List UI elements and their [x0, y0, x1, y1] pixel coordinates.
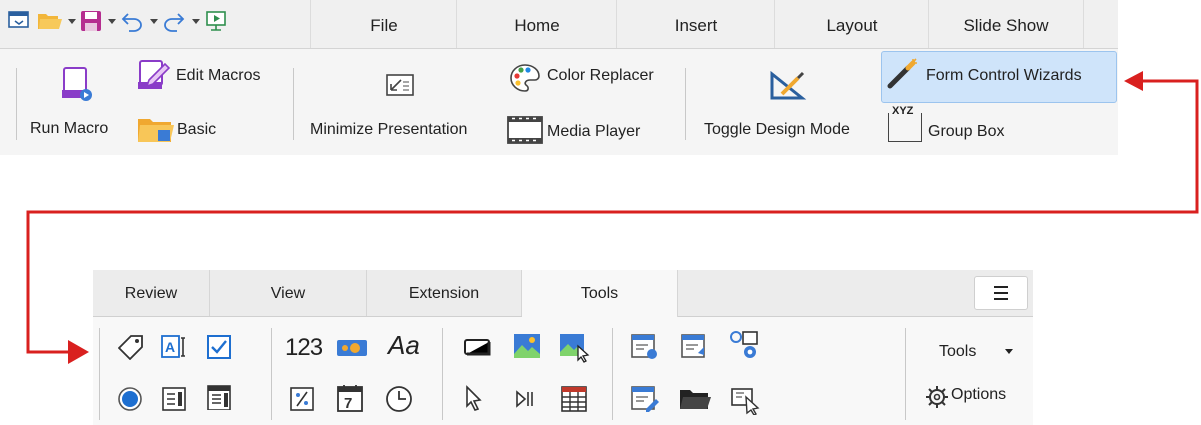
gear-icon[interactable]: [925, 385, 949, 409]
tab-order-icon[interactable]: [630, 385, 660, 413]
hamburger-icon: [994, 286, 1008, 300]
list-box-icon[interactable]: [161, 386, 187, 412]
chevron-down-icon[interactable]: [1005, 349, 1013, 354]
form-design-icon[interactable]: [680, 333, 710, 359]
pattern-field-icon[interactable]: [289, 386, 315, 412]
tab-extension[interactable]: Extension: [367, 270, 522, 316]
separator: [612, 328, 613, 420]
form-properties-icon[interactable]: [630, 333, 660, 359]
checkbox-icon[interactable]: [206, 334, 232, 360]
formatted-field-icon[interactable]: Aa: [388, 330, 420, 361]
numeric-field-icon[interactable]: 123: [285, 334, 323, 362]
currency-field-icon[interactable]: [335, 334, 371, 360]
separator: [99, 328, 100, 420]
tab-tools[interactable]: Tools: [522, 270, 678, 318]
table-control-icon[interactable]: [560, 385, 588, 413]
separator: [271, 328, 272, 420]
design-mode-pointer-icon[interactable]: [730, 385, 764, 415]
time-field-clock-icon[interactable]: [385, 385, 413, 413]
open-form-folder-icon[interactable]: [678, 385, 712, 413]
option-button-icon[interactable]: [117, 386, 143, 412]
separator: [442, 328, 443, 420]
text-box-icon[interactable]: A: [161, 334, 187, 360]
tab-view[interactable]: View: [210, 270, 367, 316]
tag-label-icon[interactable]: [118, 334, 144, 360]
image-button-icon[interactable]: [512, 332, 542, 358]
combo-box-icon[interactable]: [206, 384, 232, 410]
push-button-icon[interactable]: [463, 334, 493, 360]
svg-text:7: 7: [344, 395, 352, 412]
hamburger-menu-button[interactable]: [974, 276, 1028, 310]
separator: [905, 328, 906, 420]
select-pointer-icon[interactable]: [462, 385, 486, 413]
options-label[interactable]: Options: [951, 386, 1006, 404]
svg-text:A: A: [165, 339, 175, 355]
image-control-icon[interactable]: [558, 332, 592, 364]
control-properties-icon[interactable]: [729, 330, 763, 360]
navigation-bar-icon[interactable]: [513, 388, 537, 410]
tools-dropdown[interactable]: Tools: [939, 343, 976, 361]
tab-review[interactable]: Review: [93, 270, 210, 316]
date-field-icon[interactable]: 7: [336, 383, 364, 413]
